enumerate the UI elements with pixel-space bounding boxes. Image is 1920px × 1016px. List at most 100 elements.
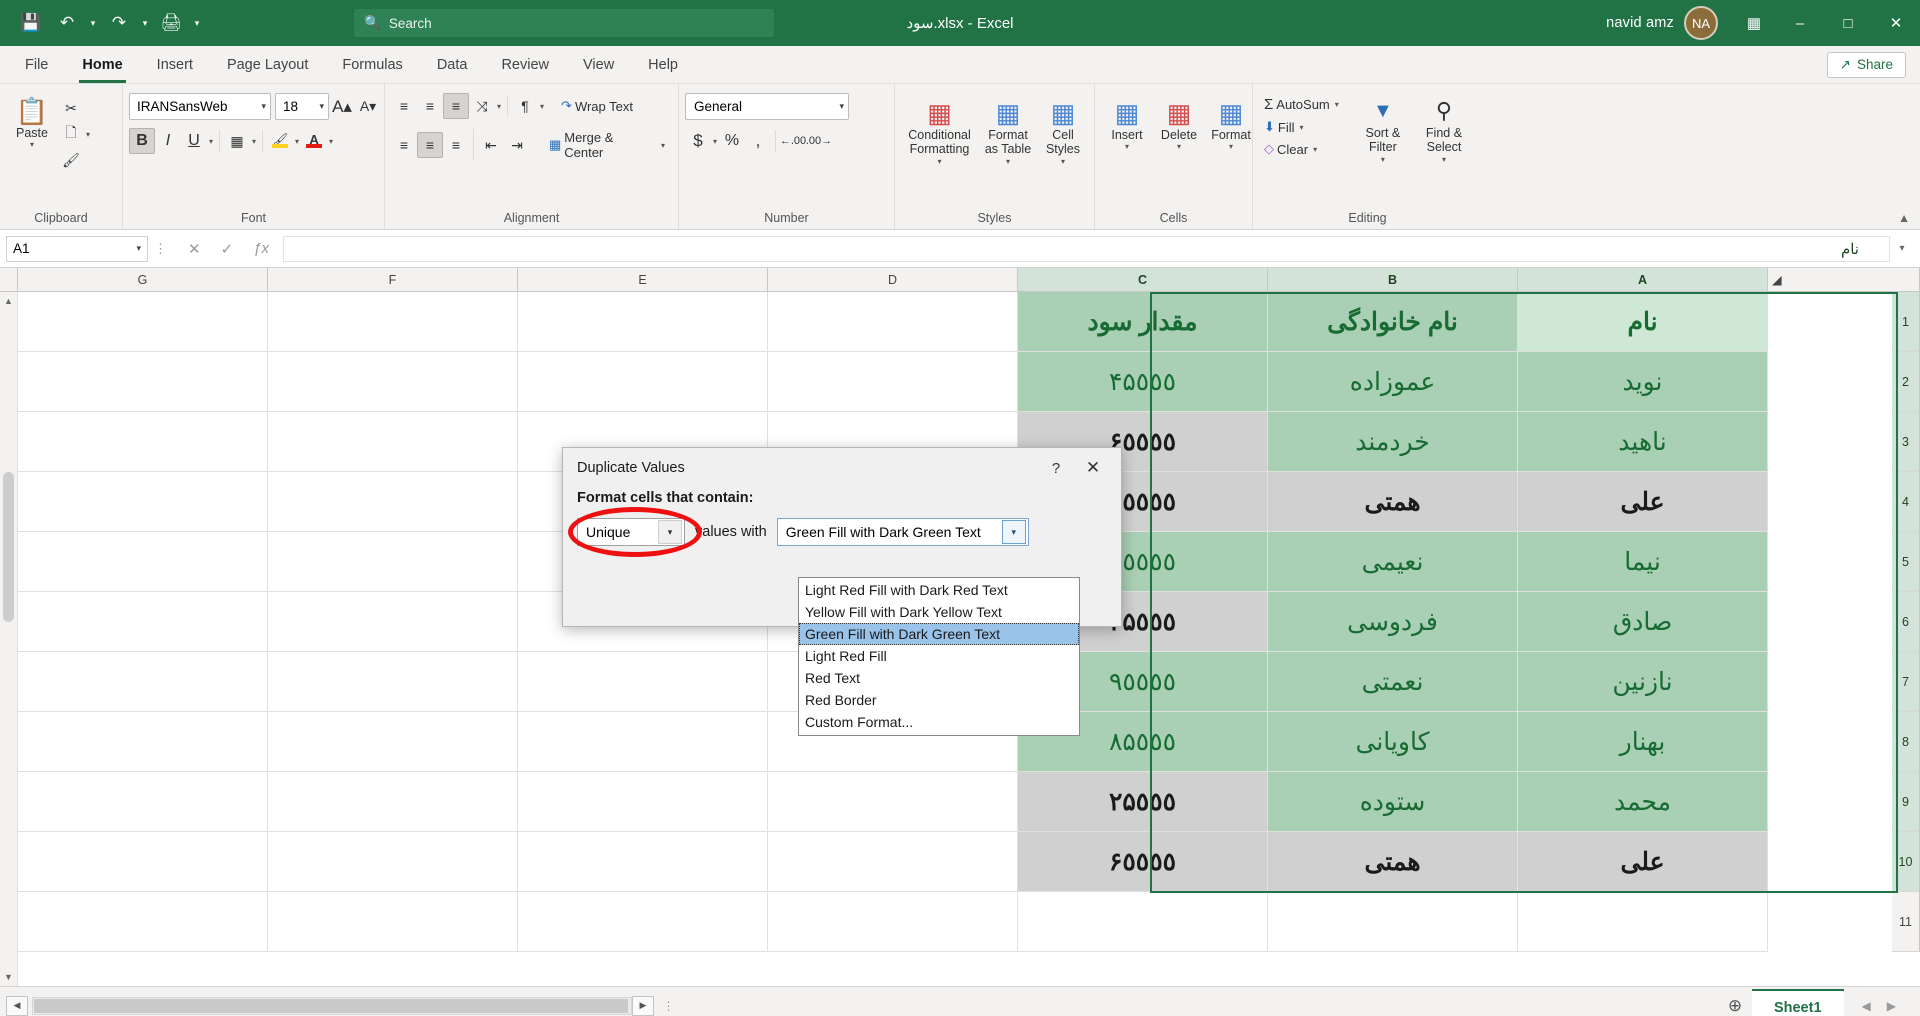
cell-A10[interactable]: علی (1518, 832, 1768, 892)
row-header-7[interactable]: 7 (1892, 652, 1920, 712)
delete-cells-button[interactable]: ▦ Delete ▾ (1153, 95, 1205, 155)
insert-cells-button[interactable]: ▦ Insert ▾ (1101, 95, 1153, 155)
cell-B1[interactable]: نام خانوادگی (1268, 292, 1518, 352)
format-option-light-red-fill-dark-red-text[interactable]: Light Red Fill with Dark Red Text (799, 579, 1079, 601)
cell-B8[interactable]: کاویانی (1268, 712, 1518, 772)
cell-F1[interactable] (268, 292, 518, 352)
align-middle-button[interactable]: ≡ (417, 93, 443, 119)
add-sheet-button[interactable]: ⊕ (1718, 996, 1752, 1016)
redo-chevron-down-icon[interactable]: ▾ (138, 18, 152, 29)
close-icon[interactable]: ✕ (1073, 458, 1113, 478)
ribbon-display-options-icon[interactable]: ▦ (1732, 0, 1776, 46)
tab-formulas[interactable]: Formulas (325, 46, 419, 83)
cell-E11[interactable] (518, 892, 768, 952)
format-option-red-border[interactable]: Red Border (799, 689, 1079, 711)
conditional-formatting-button[interactable]: ▦ Conditional Formatting ▾ (901, 95, 978, 169)
cell-G5[interactable] (18, 532, 268, 592)
cell-A4[interactable]: علی (1518, 472, 1768, 532)
enter-icon[interactable]: ✓ (221, 240, 234, 258)
tab-data[interactable]: Data (420, 46, 485, 83)
collapse-ribbon-icon[interactable]: ▲ (1898, 211, 1910, 225)
maximize-button[interactable]: □ (1824, 0, 1872, 46)
cell-E9[interactable] (518, 772, 768, 832)
cell-C11[interactable] (1018, 892, 1268, 952)
align-top-button[interactable]: ≡ (391, 93, 417, 119)
format-option-light-red-fill[interactable]: Light Red Fill (799, 645, 1079, 667)
format-as-table-chevron-down-icon[interactable]: ▾ (1004, 157, 1012, 166)
row-header-6[interactable]: 6 (1892, 592, 1920, 652)
row-header-9[interactable]: 9 (1892, 772, 1920, 832)
orientation-button[interactable]: ⤨ (469, 93, 495, 119)
cell-G3[interactable] (18, 412, 268, 472)
fill-color-button[interactable]: 🖌 (267, 128, 293, 154)
expand-formula-bar-icon[interactable]: ▾ (1890, 243, 1914, 254)
row-header-8[interactable]: 8 (1892, 712, 1920, 772)
find-select-button[interactable]: ⚲ Find & Select ▾ (1412, 93, 1476, 167)
autosum-button[interactable]: Σ AutoSum ▾ (1259, 93, 1346, 116)
underline-chevron-down-icon[interactable]: ▾ (207, 137, 215, 146)
cell-styles-chevron-down-icon[interactable]: ▾ (1059, 157, 1067, 166)
cell-B5[interactable]: نعیمی (1268, 532, 1518, 592)
cell-F5[interactable] (268, 532, 518, 592)
cell-D11[interactable] (768, 892, 1018, 952)
cell-B6[interactable]: فردوسی (1268, 592, 1518, 652)
cell-D10[interactable] (768, 832, 1018, 892)
tab-home[interactable]: Home (65, 46, 139, 83)
fill-color-chevron-down-icon[interactable]: ▾ (293, 137, 301, 146)
name-box[interactable]: A1 ▾ (6, 235, 148, 262)
row-header-11[interactable]: 11 (1892, 892, 1920, 952)
cell-F2[interactable] (268, 352, 518, 412)
text-direction-chevron-down-icon[interactable]: ▾ (538, 102, 546, 111)
decrease-font-size-button[interactable]: A▾ (355, 94, 381, 120)
copy-chevron-down-icon[interactable]: ▾ (84, 130, 92, 139)
increase-indent-button[interactable]: ⇥ (504, 132, 530, 158)
cell-B11[interactable] (1268, 892, 1518, 952)
font-name-input[interactable]: IRANSansWeb ▾ (129, 93, 271, 120)
cell-F6[interactable] (268, 592, 518, 652)
cell-F8[interactable] (268, 712, 518, 772)
close-button[interactable]: ✕ (1872, 0, 1920, 46)
cell-A11[interactable] (1518, 892, 1768, 952)
scroll-thumb[interactable] (3, 472, 14, 622)
row-header-5[interactable]: 5 (1892, 532, 1920, 592)
cell-A3[interactable]: ناهید (1518, 412, 1768, 472)
align-left-button[interactable]: ≡ (391, 132, 417, 158)
format-option-green-fill-dark-green-text[interactable]: Green Fill with Dark Green Text (799, 623, 1079, 645)
merge-center-button[interactable]: ▦ Merge & Center ▾ (544, 127, 672, 163)
row-header-10[interactable]: 10 (1892, 832, 1920, 892)
cell-B3[interactable]: خردمند (1268, 412, 1518, 472)
align-center-button[interactable]: ≡ (416, 132, 443, 158)
cell-E10[interactable] (518, 832, 768, 892)
wrap-text-button[interactable]: ↷ Wrap Text (556, 95, 638, 117)
cell-F7[interactable] (268, 652, 518, 712)
comma-format-button[interactable]: , (745, 128, 771, 154)
horizontal-scrollbar[interactable] (32, 996, 632, 1015)
select-all-corner[interactable]: ◢ (1768, 268, 1920, 291)
cancel-icon[interactable]: ✕ (188, 240, 201, 258)
decrease-indent-button[interactable]: ⇤ (478, 132, 504, 158)
search-input[interactable]: 🔍 Search (354, 9, 774, 37)
formula-input[interactable]: نام (283, 235, 1890, 262)
text-direction-button[interactable]: ¶ (512, 93, 538, 119)
font-color-chevron-down-icon[interactable]: ▾ (327, 137, 335, 146)
cell-B7[interactable]: نعمتی (1268, 652, 1518, 712)
column-header-B[interactable]: B (1268, 268, 1518, 291)
cell-A1[interactable]: نام (1518, 292, 1768, 352)
font-size-chevron-down-icon[interactable]: ▾ (319, 101, 324, 112)
cell-D9[interactable] (768, 772, 1018, 832)
cell-E8[interactable] (518, 712, 768, 772)
sheet-tab-sheet1[interactable]: Sheet1 (1751, 988, 1844, 1016)
clear-button[interactable]: ◇ Clear ▾ (1259, 138, 1346, 160)
help-icon[interactable]: ? (1039, 460, 1073, 477)
row-header-2[interactable]: 2 (1892, 352, 1920, 412)
format-cells-chevron-down-icon[interactable]: ▾ (1227, 142, 1235, 151)
copy-button[interactable]: 🗋 (58, 121, 84, 147)
merge-chevron-down-icon[interactable]: ▾ (659, 141, 667, 150)
format-option-yellow-fill-dark-yellow-text[interactable]: Yellow Fill with Dark Yellow Text (799, 601, 1079, 623)
cut-button[interactable]: ✂ (58, 95, 84, 121)
cell-F4[interactable] (268, 472, 518, 532)
paste-button[interactable]: 📋 Paste ▾ (6, 93, 58, 153)
cell-G6[interactable] (18, 592, 268, 652)
minimize-button[interactable]: – (1776, 0, 1824, 46)
cell-D2[interactable] (768, 352, 1018, 412)
